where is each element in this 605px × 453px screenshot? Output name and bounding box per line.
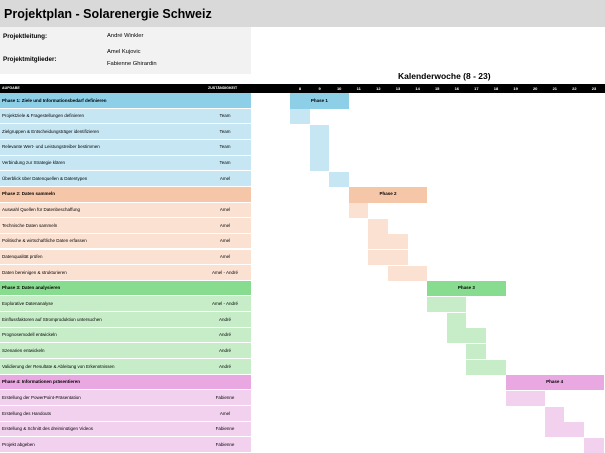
task-responsible: Amel <box>219 175 231 181</box>
task-bar <box>505 390 545 406</box>
week-number-10: 10 <box>336 86 342 91</box>
task-responsible: Amel <box>219 410 231 416</box>
task-bar <box>309 124 330 140</box>
project-members-label: Projektmitglieder: <box>3 56 57 63</box>
task-name: Verbindung zur Strategie klären <box>2 160 66 166</box>
phase-bar-label: Phase 2 <box>379 191 397 197</box>
task-bar <box>368 234 408 250</box>
task-bar <box>329 171 349 187</box>
task-bar <box>427 296 467 313</box>
task-responsible: Amel - André <box>211 300 238 306</box>
phase-title: Phase 2: Daten sammeln <box>2 191 56 197</box>
page-title: Projektplan - Solarenergie Schweiz <box>4 7 212 21</box>
phase-bar-label: Phase 4 <box>546 379 564 385</box>
task-bar <box>466 343 486 360</box>
task-name: Datenqualität prüfen <box>2 254 43 259</box>
task-name: Validierung der Resultate & Ableitung vo… <box>2 363 115 369</box>
phase-bar-label: Phase 3 <box>457 285 475 291</box>
task-column-header: AUFGABE <box>2 86 20 90</box>
task-name: Projektziele & Fragestellungen definiere… <box>2 113 85 119</box>
task-name: Projekt abgeben <box>2 441 35 447</box>
week-number-8: 8 <box>298 86 302 91</box>
task-name: Szenarien entwickeln <box>2 347 45 353</box>
task-responsible: Team <box>219 128 231 134</box>
phase-title: Phase 3: Daten analysieren <box>2 285 61 291</box>
week-number-23: 23 <box>591 86 597 91</box>
task-bar <box>544 406 565 422</box>
task-responsible: Amel <box>219 254 231 259</box>
task-name: Erstellung des Handouts <box>2 410 52 416</box>
project-leader-label: Projektleitung: <box>3 33 48 40</box>
task-responsible: André <box>218 363 231 369</box>
responsibility-column-header: ZUSTÄNDIGKEIT <box>208 86 238 90</box>
phase-title: Phase 4: Informationen präsentieren <box>2 379 81 385</box>
week-number-15: 15 <box>434 86 440 91</box>
task-bar <box>466 359 506 375</box>
task-bar <box>348 203 369 219</box>
task-responsible: Team <box>219 113 231 119</box>
task-name: Einflussfaktoren auf Stromproduktion unt… <box>2 316 102 322</box>
task-name: Relevante Wert- und Leistungstreiber bes… <box>2 144 100 150</box>
week-number-19: 19 <box>513 86 518 91</box>
task-bar <box>584 437 604 453</box>
task-name: Explorative Datenanalyse <box>2 300 54 306</box>
week-number-22: 22 <box>572 86 577 91</box>
task-responsible: Fabienne <box>215 394 235 400</box>
project-member-2: Fabienne Ghirardin <box>107 61 157 67</box>
week-number-14: 14 <box>415 86 420 91</box>
project-leader-value: André Winkler <box>107 33 144 39</box>
task-name: Zielgruppen & Entscheidungsträger identi… <box>2 128 100 134</box>
task-name: Prognosemodell entwickeln <box>2 332 57 338</box>
task-responsible: André <box>218 316 231 322</box>
task-bar <box>446 328 486 344</box>
task-name: Daten bereinigen & strukturieren <box>2 269 67 275</box>
task-responsible: Fabienne <box>215 441 235 447</box>
task-bar <box>368 218 388 234</box>
task-name: Erstellung & Schnitt des dreiminütigen V… <box>2 426 93 432</box>
task-bar <box>290 109 310 125</box>
task-responsible: Amel <box>219 238 231 244</box>
phase-bar-label: Phase 1 <box>310 97 328 103</box>
task-bar <box>446 312 467 328</box>
week-number-17: 17 <box>474 86 479 91</box>
task-bar <box>309 140 330 156</box>
task-responsible: André <box>218 332 231 338</box>
week-number-12: 12 <box>376 86 381 91</box>
task-bar <box>309 156 330 172</box>
task-responsible: Amel - André <box>211 269 238 275</box>
week-number-20: 20 <box>532 86 538 91</box>
task-name: Politische & wirtschaftliche Daten erfas… <box>2 238 87 244</box>
task-name: Überblick über Datenquellen & Datentypen <box>2 175 88 181</box>
week-number-13: 13 <box>395 86 401 91</box>
week-number-21: 21 <box>552 86 558 91</box>
task-name: Technische Daten sammeln <box>2 222 58 228</box>
task-responsible: Amel <box>219 222 231 228</box>
task-responsible: Fabienne <box>215 426 235 432</box>
task-responsible: André <box>218 347 231 353</box>
task-name: Auswahl Quellen für Datenbeschaffung <box>2 207 80 213</box>
week-number-18: 18 <box>493 86 499 91</box>
week-number-16: 16 <box>454 86 460 91</box>
week-number-9: 9 <box>318 86 321 91</box>
calendar-week-title: Kalenderwoche (8 - 23) <box>398 71 491 81</box>
project-member-1: Amel Kujovic <box>107 49 141 55</box>
phase-title: Phase 1: Ziele und Informationsbedarf de… <box>2 97 107 103</box>
task-bar <box>544 422 584 438</box>
week-number-11: 11 <box>356 86 361 91</box>
task-bar <box>368 250 408 266</box>
task-bar <box>388 265 428 281</box>
task-responsible: Amel <box>219 207 231 213</box>
task-responsible: Team <box>219 160 231 166</box>
task-responsible: Team <box>219 144 231 150</box>
task-name: Erstellung der PowerPoint-Präsentation <box>2 394 81 400</box>
